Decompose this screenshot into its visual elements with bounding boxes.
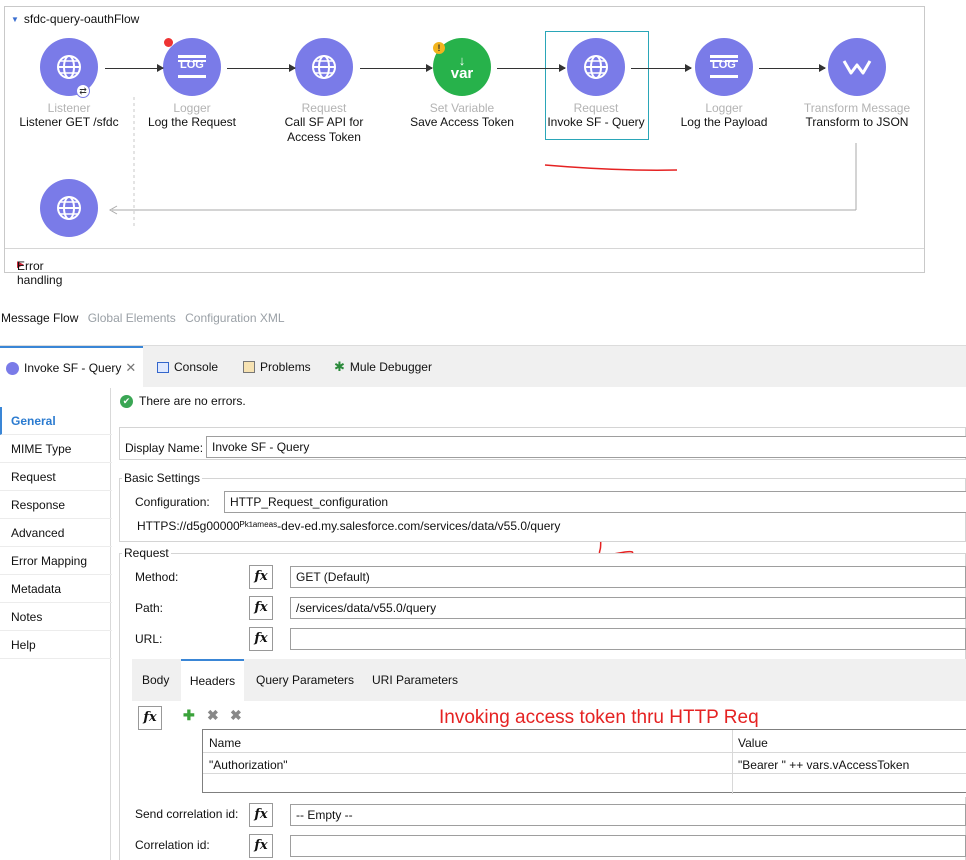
nav-metadata[interactable]: Metadata (0, 575, 112, 603)
console-icon (157, 361, 169, 373)
annotation-text: Invoking access token thru HTTP Req (439, 707, 759, 728)
tab-console[interactable]: Console (157, 346, 218, 388)
tab-invoke-sf-query[interactable]: Invoke SF - Query ✕ (0, 346, 143, 388)
return-path (108, 97, 857, 229)
path-input[interactable]: /services/data/v55.0/query (290, 597, 966, 619)
editor-view-tabs: Message Flow Global Elements Configurati… (1, 311, 291, 325)
row-divider (203, 773, 966, 774)
correlation-id-input[interactable] (290, 835, 966, 857)
properties-content: ✔ There are no errors. Display Name: Inv… (112, 387, 966, 860)
configuration-label: Configuration: (135, 495, 210, 509)
nav-mime-type[interactable]: MIME Type (0, 435, 112, 463)
send-correlation-label: Send correlation id: (135, 807, 239, 821)
header-value-cell[interactable]: "Bearer " ++ vars.vAccessToken (738, 758, 909, 772)
flow-node-response[interactable] (4, 179, 134, 237)
nav-response[interactable]: Response (0, 491, 112, 519)
column-header-value[interactable]: Value (738, 736, 768, 750)
method-select[interactable]: GET (Default) (290, 566, 966, 588)
column-header-name[interactable]: Name (209, 736, 241, 750)
fx-toggle-icon[interactable]: fx (249, 834, 273, 858)
fx-toggle-icon[interactable]: fx (249, 803, 273, 827)
display-name-group: Display Name: Invoke SF - Query (119, 427, 966, 460)
nav-help[interactable]: Help (0, 631, 112, 659)
tab-message-flow[interactable]: Message Flow (1, 311, 78, 325)
check-icon: ✔ (120, 394, 133, 408)
bug-icon: ✱ (334, 359, 345, 374)
properties-nav: General MIME Type Request Response Advan… (0, 407, 112, 659)
add-icon[interactable]: ✚ (183, 707, 195, 724)
tab-mule-debugger[interactable]: ✱ Mule Debugger (334, 346, 432, 388)
problems-icon (243, 361, 255, 373)
send-correlation-select[interactable]: -- Empty -- (290, 804, 966, 826)
fx-toggle-icon[interactable]: fx (138, 706, 162, 730)
display-name-label: Display Name: (125, 441, 204, 455)
request-icon (6, 361, 19, 375)
row-divider (203, 752, 966, 753)
resolved-url: HTTPS://d5g00000ᴾᵏ¹ᵃᵐᵉᵃˢ-dev-ed.my.sales… (137, 519, 561, 533)
tab-global-elements[interactable]: Global Elements (88, 311, 176, 325)
tab-configuration-xml[interactable]: Configuration XML (185, 311, 284, 325)
tab-headers[interactable]: Headers (181, 659, 244, 701)
tab-query-parameters[interactable]: Query Parameters (256, 659, 354, 701)
globe-icon (40, 179, 98, 237)
url-input[interactable] (290, 628, 966, 650)
nav-advanced[interactable]: Advanced (0, 519, 112, 547)
method-label: Method: (135, 570, 179, 584)
error-handling-row[interactable]: ▶ Error handling (5, 248, 924, 287)
headers-panel: fx ✚ ✖ ✖ Invoking access token thru HTTP… (132, 701, 966, 797)
tab-body[interactable]: Body (142, 659, 169, 701)
display-name-input[interactable]: Invoke SF - Query (206, 436, 966, 458)
close-icon[interactable]: ✕ (125, 360, 136, 376)
nav-general[interactable]: General (0, 407, 112, 435)
basic-settings-group: Basic Settings Configuration: HTTP_Reque… (119, 471, 966, 542)
nav-error-mapping[interactable]: Error Mapping (0, 547, 112, 575)
header-name-cell[interactable]: "Authorization" (209, 758, 288, 772)
status-message: ✔ There are no errors. (120, 394, 246, 408)
configuration-select[interactable]: HTTP_Request_configuration (224, 491, 966, 513)
path-label: Path: (135, 601, 164, 615)
delete-all-icon[interactable]: ✖ (230, 707, 242, 724)
tab-problems[interactable]: Problems (243, 346, 311, 388)
request-inner-tabs: Body Headers Query Parameters URI Parame… (132, 659, 966, 701)
fx-toggle-icon[interactable]: fx (249, 565, 273, 589)
panel-tab-bar: Invoke SF - Query ✕ Console Problems ✱ M… (0, 345, 966, 388)
group-title: Request (122, 546, 171, 560)
column-divider (732, 730, 733, 794)
tab-uri-parameters[interactable]: URI Parameters (372, 659, 458, 701)
delete-icon[interactable]: ✖ (207, 707, 219, 724)
nav-request[interactable]: Request (0, 463, 112, 491)
fx-toggle-icon[interactable]: fx (249, 596, 273, 620)
fx-toggle-icon[interactable]: fx (249, 627, 273, 651)
headers-table: Name Value "Authorization" "Bearer " ++ … (202, 729, 966, 794)
nav-notes[interactable]: Notes (0, 603, 112, 631)
correlation-id-label: Correlation id: (135, 838, 210, 852)
url-label: URL: (135, 632, 163, 646)
group-title: Basic Settings (122, 471, 203, 485)
flow-canvas: ▼ sfdc-query-oauthFlow ⇄ Listener Listene… (4, 6, 925, 287)
